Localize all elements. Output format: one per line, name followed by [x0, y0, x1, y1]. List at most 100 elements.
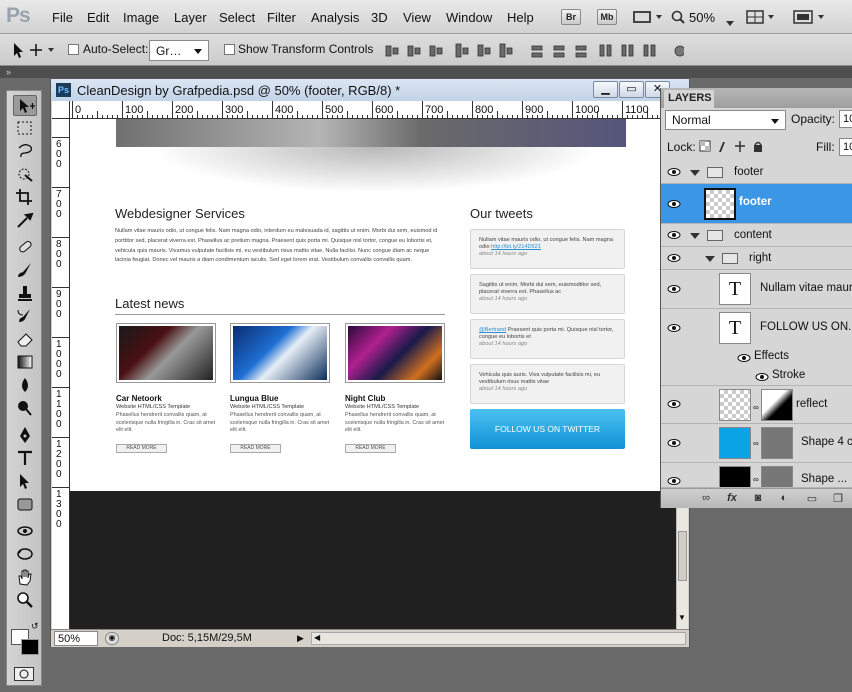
- eye-icon[interactable]: [755, 373, 769, 381]
- dodge-tool[interactable]: [13, 398, 37, 419]
- scroll-down-icon[interactable]: ▼: [678, 613, 686, 622]
- layer-row-reflect[interactable]: ∞ reflect: [661, 386, 852, 424]
- menu-analysis[interactable]: Analysis: [311, 10, 359, 25]
- layer-row-content-group[interactable]: content: [661, 224, 852, 247]
- status-menu-arrow-icon[interactable]: ▶: [297, 633, 304, 644]
- menu-select[interactable]: Select: [219, 10, 255, 25]
- scroll-left-icon[interactable]: ◀: [314, 633, 320, 642]
- eye-icon[interactable]: [667, 285, 681, 293]
- path-select-tool[interactable]: [13, 471, 37, 492]
- minimize-button[interactable]: ▁: [593, 81, 618, 98]
- menu-file[interactable]: File: [52, 10, 73, 25]
- eyedropper-tool[interactable]: [13, 210, 37, 231]
- quick-select-tool[interactable]: [13, 164, 37, 185]
- eye-icon[interactable]: [667, 477, 681, 485]
- menu-window[interactable]: Window: [446, 10, 492, 25]
- layer-row-footer-group[interactable]: footer: [661, 161, 852, 184]
- type-tool[interactable]: [13, 448, 37, 469]
- 3d-rotate-tool[interactable]: [13, 521, 37, 542]
- menu-image[interactable]: Image: [123, 10, 159, 25]
- history-brush-tool[interactable]: [13, 306, 37, 327]
- document-titlebar[interactable]: Ps CleanDesign by Grafpedia.psd @ 50% (f…: [51, 79, 689, 101]
- move-tool[interactable]: [13, 95, 37, 116]
- pen-tool[interactable]: [13, 425, 37, 446]
- hand-tool[interactable]: [13, 567, 37, 588]
- layer-row-footer-selected[interactable]: footer: [661, 184, 852, 224]
- auto-select-dropdown[interactable]: Gr…: [149, 40, 209, 61]
- eye-icon[interactable]: [667, 200, 681, 208]
- new-group-icon[interactable]: ▭: [805, 492, 819, 505]
- screen-mode-button[interactable]: [793, 9, 829, 25]
- canvas[interactable]: Webdesigner Services Nullam vitae mauris…: [70, 119, 676, 629]
- collapse-triangle-icon[interactable]: [690, 233, 700, 239]
- menu-help[interactable]: Help: [507, 10, 534, 25]
- bridge-button[interactable]: Br: [561, 9, 581, 25]
- zoom-level[interactable]: 50%: [689, 10, 715, 25]
- eye-icon[interactable]: [737, 354, 751, 362]
- menu-view[interactable]: View: [403, 10, 431, 25]
- marquee-tool[interactable]: [13, 118, 37, 139]
- hand-mini-button[interactable]: [669, 9, 689, 25]
- eye-icon[interactable]: [667, 168, 681, 176]
- layer-row-shape[interactable]: ∞ Shape ...: [661, 463, 852, 488]
- zoom-tool[interactable]: [13, 590, 37, 611]
- blend-mode-dropdown[interactable]: Normal: [665, 110, 786, 130]
- layer-row-effects[interactable]: Effects: [661, 348, 852, 367]
- link-layers-icon[interactable]: ∞: [699, 492, 713, 505]
- menu-3d[interactable]: 3D: [371, 10, 388, 25]
- eye-icon[interactable]: [667, 231, 681, 239]
- stamp-tool[interactable]: [13, 283, 37, 304]
- status-info-icon[interactable]: ◉: [105, 632, 119, 645]
- tool-preset-picker[interactable]: [8, 40, 58, 60]
- crop-tool[interactable]: [13, 187, 37, 208]
- menu-filter[interactable]: Filter: [267, 10, 296, 25]
- maximize-button[interactable]: ▭: [619, 81, 644, 98]
- eye-icon[interactable]: [667, 324, 681, 332]
- background-color-swatch[interactable]: [21, 639, 39, 655]
- collapse-triangle-icon[interactable]: [705, 256, 715, 262]
- layer-row-shape4[interactable]: ∞ Shape 4 co: [661, 424, 852, 463]
- layers-tab[interactable]: LAYERS: [664, 90, 714, 108]
- healing-brush-tool[interactable]: [13, 237, 37, 258]
- zoom-field[interactable]: 50%: [54, 631, 98, 646]
- lasso-tool[interactable]: [13, 141, 37, 162]
- show-transform-checkbox[interactable]: [224, 44, 235, 55]
- horizontal-scrollbar[interactable]: ◀: [311, 632, 686, 645]
- align-distribute-icons[interactable]: [384, 42, 686, 60]
- eye-icon[interactable]: [667, 400, 681, 408]
- blur-tool[interactable]: [13, 375, 37, 396]
- layer-row-right-group[interactable]: right: [661, 247, 852, 270]
- double-chevron-icon[interactable]: »: [6, 67, 11, 77]
- auto-select-checkbox[interactable]: [68, 44, 79, 55]
- arrange-docs-button[interactable]: [746, 9, 776, 25]
- fx-icon[interactable]: fx: [725, 492, 739, 505]
- quick-mask-button[interactable]: [14, 667, 34, 681]
- layer-row-text-nullam[interactable]: T Nullam vitae mauris: [661, 270, 852, 309]
- eraser-tool[interactable]: [13, 329, 37, 350]
- opacity-field[interactable]: 10: [839, 110, 852, 128]
- horizontal-ruler[interactable]: 0 100 200 300 400 500 600 700 800 900 1000 1100: [70, 101, 676, 119]
- collapse-triangle-icon[interactable]: [690, 170, 700, 176]
- minibridge-button[interactable]: Mb: [597, 9, 617, 25]
- fill-field[interactable]: 10: [839, 138, 852, 156]
- shape-tool[interactable]: [13, 494, 37, 515]
- ruler-origin[interactable]: [52, 101, 70, 119]
- brush-tool[interactable]: [13, 260, 37, 281]
- layer-row-text-follow[interactable]: T FOLLOW US ON...: [661, 309, 852, 348]
- eye-icon[interactable]: [667, 254, 681, 262]
- vertical-ruler[interactable]: 500 600 700 800 900 1000 1100 1200 1300: [52, 119, 70, 629]
- eye-icon[interactable]: [667, 439, 681, 447]
- layer-row-stroke[interactable]: Stroke: [661, 367, 852, 386]
- scroll-thumb[interactable]: [678, 531, 687, 581]
- menu-edit[interactable]: Edit: [87, 10, 109, 25]
- add-mask-icon[interactable]: ◙: [751, 492, 765, 505]
- view-extras-button[interactable]: [632, 9, 666, 25]
- menu-layer[interactable]: Layer: [174, 10, 207, 25]
- chevron-down-icon[interactable]: [726, 15, 734, 29]
- adjustment-layer-icon[interactable]: ◐: [777, 492, 791, 505]
- 3d-orbit-tool[interactable]: [13, 544, 37, 565]
- gradient-tool[interactable]: [13, 352, 37, 373]
- lock-buttons[interactable]: [699, 140, 765, 157]
- new-layer-icon[interactable]: ❐: [831, 492, 845, 505]
- swap-colors-icon[interactable]: ↺: [31, 621, 39, 632]
